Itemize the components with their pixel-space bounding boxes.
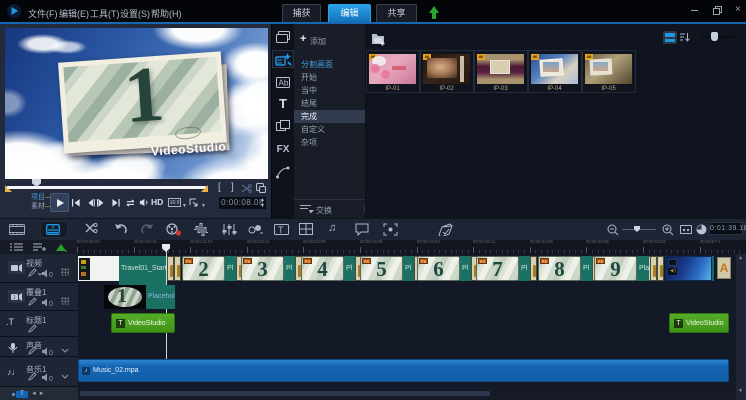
svg-text:1: 1 — [13, 295, 16, 301]
svg-text:T: T — [278, 225, 284, 235]
svg-text:0: 0 — [49, 272, 53, 278]
svg-text:0: 0 — [49, 301, 53, 307]
svg-text:0: 0 — [49, 350, 53, 356]
svg-text:0: 0 — [49, 376, 53, 382]
svg-text:Ab: Ab — [279, 79, 289, 88]
